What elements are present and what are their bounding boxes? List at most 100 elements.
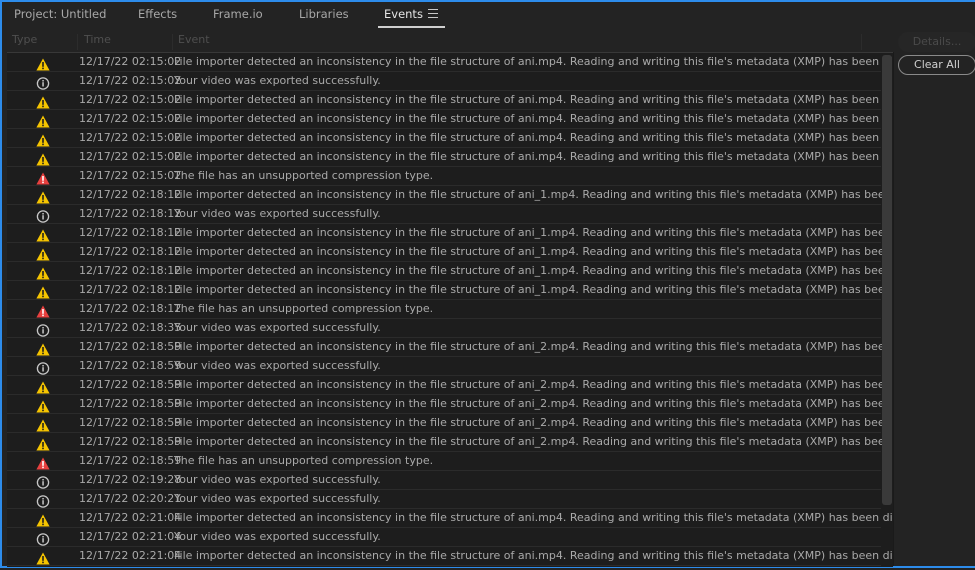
tab-events[interactable]: Events [378, 7, 445, 28]
warning-icon [36, 284, 50, 299]
event-row[interactable]: 12/17/22 02:18:59 File importer detected… [7, 433, 893, 452]
event-text: File importer detected an inconsistency … [174, 55, 893, 68]
event-row[interactable]: 12/17/22 02:21:04 File importer detected… [7, 509, 893, 528]
warning-icon [36, 132, 50, 147]
event-text: Your video was exported successfully. [174, 321, 381, 334]
warning-icon [36, 512, 50, 527]
tab-libraries[interactable]: Libraries [299, 7, 349, 21]
event-row[interactable]: 12/17/22 02:18:59 File importer detected… [7, 414, 893, 433]
event-time: 12/17/22 02:18:12 [79, 207, 182, 220]
column-header-type[interactable]: Type [12, 33, 37, 51]
event-text: Your video was exported successfully. [174, 473, 381, 486]
info-icon [36, 474, 50, 489]
event-text: The file has an unsupported compression … [174, 169, 434, 182]
warning-icon [36, 94, 50, 109]
event-text: The file has an unsupported compression … [174, 454, 434, 467]
events-list: 12/17/22 02:15:02 File importer detected… [7, 52, 893, 567]
warning-icon [36, 246, 50, 261]
info-icon [36, 75, 50, 90]
warning-icon [36, 398, 50, 413]
details-button[interactable]: Details... [898, 32, 975, 52]
event-row[interactable]: 12/17/22 02:18:12 File importer detected… [7, 186, 893, 205]
event-text: Your video was exported successfully. [174, 74, 381, 87]
event-text: File importer detected an inconsistency … [174, 397, 893, 410]
event-row[interactable]: 12/17/22 02:18:59 File importer detected… [7, 395, 893, 414]
event-row[interactable]: 12/17/22 02:18:12 The file has an unsupp… [7, 300, 881, 319]
tab-frameio[interactable]: Frame.io [213, 7, 263, 21]
event-time: 12/17/22 02:15:02 [79, 55, 182, 68]
event-time: 12/17/22 02:15:02 [79, 112, 182, 125]
event-time: 12/17/22 02:18:12 [79, 302, 182, 315]
info-icon [36, 208, 50, 223]
event-text: Your video was exported successfully. [174, 492, 381, 505]
event-row[interactable]: 12/17/22 02:21:04 File importer detected… [7, 547, 893, 566]
column-header-event[interactable]: Event [178, 33, 210, 51]
event-row[interactable]: 12/17/22 02:15:02 File importer detected… [7, 148, 893, 167]
column-divider[interactable] [77, 34, 78, 50]
event-time: 12/17/22 02:21:04 [79, 530, 182, 543]
event-row[interactable]: 12/17/22 02:20:21 Your video was exporte… [7, 490, 881, 509]
tab-project[interactable]: Project: Untitled [14, 7, 106, 21]
event-text: File importer detected an inconsistency … [174, 226, 893, 239]
event-row[interactable]: 12/17/22 02:18:59 File importer detected… [7, 338, 893, 357]
error-icon [36, 170, 50, 185]
warning-icon [36, 56, 50, 71]
tab-effects[interactable]: Effects [138, 7, 177, 21]
event-time: 12/17/22 02:18:59 [79, 454, 182, 467]
column-divider[interactable] [861, 34, 862, 50]
event-row[interactable]: 12/17/22 02:18:59 The file has an unsupp… [7, 452, 881, 471]
column-divider[interactable] [172, 34, 173, 50]
event-time: 12/17/22 02:18:12 [79, 264, 182, 277]
warning-icon [36, 436, 50, 451]
event-row[interactable]: 12/17/22 02:15:02 File importer detected… [7, 129, 893, 148]
event-row[interactable]: 12/17/22 02:15:02 File importer detected… [7, 91, 893, 110]
event-row[interactable]: 12/17/22 02:19:28 Your video was exporte… [7, 471, 881, 490]
event-row[interactable]: 12/17/22 02:18:12 File importer detected… [7, 262, 893, 281]
warning-icon [36, 189, 50, 204]
event-time: 12/17/22 02:15:02 [79, 74, 182, 87]
event-text: Your video was exported successfully. [174, 359, 381, 372]
event-time: 12/17/22 02:18:12 [79, 226, 182, 239]
event-text: File importer detected an inconsistency … [174, 378, 893, 391]
event-text: File importer detected an inconsistency … [174, 150, 893, 163]
panel-menu-icon[interactable] [428, 9, 438, 18]
event-row[interactable]: 12/17/22 02:18:12 File importer detected… [7, 224, 893, 243]
column-header-time[interactable]: Time [84, 33, 111, 51]
event-time: 12/17/22 02:19:28 [79, 473, 182, 486]
event-row[interactable]: 12/17/22 02:15:02 Your video was exporte… [7, 72, 881, 91]
event-time: 12/17/22 02:18:59 [79, 397, 182, 410]
event-text: File importer detected an inconsistency … [174, 435, 893, 448]
warning-icon [36, 265, 50, 280]
event-text: File importer detected an inconsistency … [174, 112, 893, 125]
event-row[interactable]: 12/17/22 02:15:02 File importer detected… [7, 110, 893, 129]
event-time: 12/17/22 02:15:02 [79, 93, 182, 106]
event-row[interactable]: 12/17/22 02:15:02 File importer detected… [7, 53, 893, 72]
event-row[interactable]: 12/17/22 02:18:12 File importer detected… [7, 243, 893, 262]
event-row[interactable]: 12/17/22 02:15:02 The file has an unsupp… [7, 167, 881, 186]
error-icon [36, 455, 50, 470]
scrollbar-thumb[interactable] [882, 55, 892, 505]
event-text: File importer detected an inconsistency … [174, 131, 893, 144]
warning-icon [36, 417, 50, 432]
event-text: Your video was exported successfully. [174, 207, 381, 220]
event-time: 12/17/22 02:18:12 [79, 245, 182, 258]
event-time: 12/17/22 02:20:21 [79, 492, 182, 505]
event-text: File importer detected an inconsistency … [174, 416, 893, 429]
event-row[interactable]: 12/17/22 02:18:59 Your video was exporte… [7, 357, 881, 376]
event-time: 12/17/22 02:18:59 [79, 378, 182, 391]
event-row[interactable]: 12/17/22 02:18:35 Your video was exporte… [7, 319, 881, 338]
event-time: 12/17/22 02:18:35 [79, 321, 182, 334]
event-row[interactable]: 12/17/22 02:18:59 File importer detected… [7, 376, 893, 395]
event-time: 12/17/22 02:18:59 [79, 416, 182, 429]
event-row[interactable]: 12/17/22 02:21:04 Your video was exporte… [7, 528, 881, 547]
event-text: File importer detected an inconsistency … [174, 264, 893, 277]
event-text: The file has an unsupported compression … [174, 302, 434, 315]
event-row[interactable]: 12/17/22 02:18:12 File importer detected… [7, 281, 893, 300]
info-icon [36, 531, 50, 546]
clear-all-button[interactable]: Clear All [898, 55, 975, 75]
event-row[interactable]: 12/17/22 02:18:12 Your video was exporte… [7, 205, 881, 224]
event-text: File importer detected an inconsistency … [174, 245, 893, 258]
warning-icon [36, 341, 50, 356]
warning-icon [36, 550, 50, 565]
event-text: File importer detected an inconsistency … [174, 283, 893, 296]
